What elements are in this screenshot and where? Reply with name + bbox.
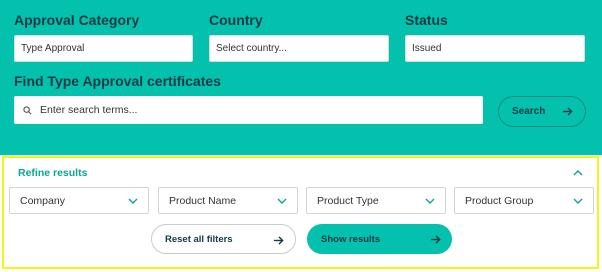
search-panel: Approval Category Type Approval Country … (0, 0, 602, 155)
show-results-button[interactable]: Show results (307, 224, 452, 254)
search-heading: Find Type Approval certificates (14, 73, 221, 89)
approval-category-label: Approval Category (14, 12, 140, 28)
company-dropdown[interactable]: Company (9, 187, 149, 214)
country-label: Country (209, 12, 263, 28)
show-results-label: Show results (321, 233, 381, 245)
search-button[interactable]: Search (498, 96, 586, 127)
chevron-down-icon (573, 198, 583, 204)
arrow-right-icon (273, 236, 284, 245)
chevron-down-icon (277, 198, 287, 204)
arrow-right-icon (430, 235, 441, 244)
chevron-down-icon (425, 198, 435, 204)
chevron-down-icon (128, 198, 138, 204)
search-icon (14, 105, 40, 115)
search-placeholder: Enter search terms... (40, 104, 138, 116)
status-label: Status (405, 12, 448, 28)
product-type-dropdown[interactable]: Product Type (306, 187, 446, 214)
approval-category-field[interactable]: Type Approval (14, 35, 193, 62)
search-input[interactable]: Enter search terms... (14, 96, 483, 124)
reset-filters-label: Reset all filters (165, 233, 233, 245)
company-dropdown-label: Company (20, 194, 65, 207)
refine-results-title[interactable]: Refine results (18, 167, 87, 179)
product-name-dropdown-label: Product Name (169, 194, 237, 207)
product-group-dropdown-label: Product Group (465, 194, 534, 207)
refine-results-panel: Refine results Company Product Name Prod… (2, 156, 599, 269)
arrow-right-icon (562, 107, 573, 116)
product-name-dropdown[interactable]: Product Name (158, 187, 298, 214)
reset-filters-button[interactable]: Reset all filters (151, 224, 296, 254)
search-button-label: Search (512, 106, 546, 117)
status-field[interactable]: Issued (405, 35, 585, 62)
chevron-up-icon[interactable] (573, 169, 583, 176)
country-field[interactable]: Select country... (209, 35, 389, 62)
product-group-dropdown[interactable]: Product Group (454, 187, 594, 214)
product-type-dropdown-label: Product Type (317, 194, 379, 207)
